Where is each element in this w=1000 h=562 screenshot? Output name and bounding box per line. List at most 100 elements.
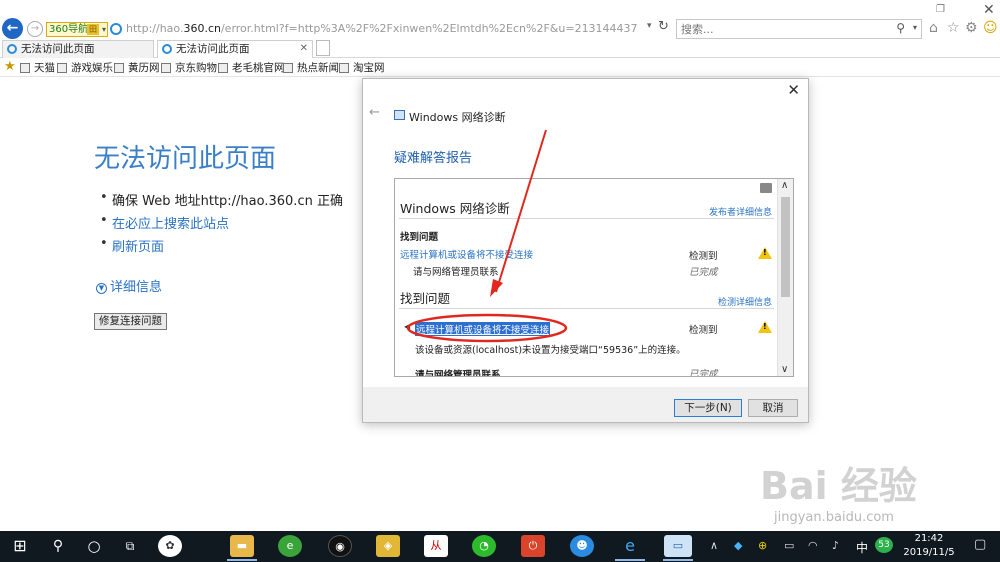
ie-tab-icon bbox=[7, 44, 17, 54]
gear-icon[interactable]: ⚙ bbox=[965, 20, 978, 36]
scroll-down-icon[interactable]: ∨ bbox=[781, 364, 788, 375]
fav-item[interactable]: 京东购物 bbox=[161, 61, 217, 75]
printer-icon[interactable] bbox=[760, 183, 772, 193]
address-row: ← → 360导航 田 ▾ http://hao.360.cn/error.ht… bbox=[0, 2, 1000, 42]
fav-label: 游戏娱乐 bbox=[71, 62, 113, 74]
restore-window-icon[interactable]: ❐ bbox=[936, 4, 945, 15]
address-bar[interactable]: http://hao.360.cn/error.html?f=http%3A%2… bbox=[126, 22, 646, 35]
tab-label: 无法访问此页面 bbox=[176, 43, 250, 55]
network-diagnostics-icon bbox=[394, 110, 405, 120]
cortana-icon[interactable]: ○ bbox=[82, 535, 106, 557]
tray-expand-icon[interactable]: ∧ bbox=[710, 539, 718, 552]
notifications-icon[interactable]: ▢ bbox=[974, 537, 986, 552]
fav-item[interactable]: 天猫 bbox=[20, 61, 55, 75]
tray-badge[interactable]: 53 bbox=[875, 537, 893, 553]
collapse-arrow-icon[interactable]: ◀ bbox=[404, 322, 410, 331]
divider bbox=[399, 218, 774, 219]
page-icon bbox=[283, 63, 293, 73]
report-content: Windows 网络诊断 发布者详细信息 找到问题 远程计算机或设备将不接受连接… bbox=[395, 179, 778, 376]
search-icon[interactable]: ⚲ bbox=[46, 535, 70, 557]
refresh-icon[interactable]: ↻ bbox=[658, 19, 669, 34]
search-dropdown-icon[interactable]: ▾ bbox=[913, 23, 917, 32]
red-app-icon[interactable]: 从 bbox=[424, 535, 448, 557]
clock-time[interactable]: 21:42 bbox=[898, 533, 960, 544]
scroll-thumb[interactable] bbox=[781, 197, 790, 297]
home-icon[interactable]: ⌂ bbox=[929, 20, 938, 36]
url-rest: /error.html?f=http%3A%2F%2Fxinwen%2Elmtd… bbox=[220, 22, 638, 35]
file-explorer-icon[interactable]: ▬ bbox=[230, 535, 254, 557]
forward-button[interactable]: → bbox=[27, 21, 43, 37]
scroll-up-icon[interactable]: ∧ bbox=[781, 180, 788, 191]
search-box[interactable]: ⚲ ▾ bbox=[676, 19, 922, 39]
tab-strip: 无法访问此页面 无法访问此页面 ✕ bbox=[0, 40, 1000, 58]
close-icon[interactable]: ✕ bbox=[787, 81, 800, 99]
url-dropdown-icon[interactable]: ▾ bbox=[647, 21, 652, 31]
watermark-url: jingyan.baidu.com bbox=[774, 510, 894, 525]
close-tab-icon[interactable]: ✕ bbox=[300, 41, 308, 57]
battery-icon[interactable]: ▭ bbox=[784, 539, 794, 552]
url-domain: 360.cn bbox=[183, 22, 221, 35]
back-arrow-icon[interactable]: ← bbox=[369, 105, 380, 120]
fav-item[interactable]: 热点新闻 bbox=[283, 61, 339, 75]
fav-label: 淘宝网 bbox=[353, 62, 385, 74]
chevron-down-icon: ▾ bbox=[101, 25, 106, 34]
avatar-app-icon[interactable]: ☻ bbox=[570, 535, 594, 557]
tab-2[interactable]: 无法访问此页面 ✕ bbox=[157, 40, 313, 58]
completed-status: 已完成 bbox=[689, 369, 718, 377]
fav-item[interactable]: 黄历网 bbox=[114, 61, 160, 75]
page-icon bbox=[161, 63, 171, 73]
wechat-icon[interactable]: ◔ bbox=[472, 535, 496, 557]
new-tab-button[interactable] bbox=[316, 40, 330, 56]
network-diagnostics-taskbar-icon[interactable]: ▭ bbox=[664, 535, 692, 557]
back-button[interactable]: ← bbox=[2, 18, 23, 39]
tray-plus-icon[interactable]: ⊕ bbox=[758, 539, 767, 552]
error-title: 无法访问此页面 bbox=[94, 144, 277, 174]
windows-start-icon[interactable]: ⊞ bbox=[8, 535, 32, 557]
search-input[interactable] bbox=[681, 20, 871, 38]
bullet-search-bing[interactable]: 在必应上搜索此站点 bbox=[100, 213, 229, 232]
fav-label: 黄历网 bbox=[128, 62, 160, 74]
power-app-icon[interactable]: ⏻ bbox=[521, 535, 545, 557]
close-window-icon[interactable]: ✕ bbox=[983, 2, 995, 18]
page-icon bbox=[339, 63, 349, 73]
fav-label: 京东购物 bbox=[175, 62, 217, 74]
smiley-icon[interactable]: ☺ bbox=[983, 20, 998, 36]
found-problems-label: 找到问题 bbox=[400, 232, 439, 243]
fav-item[interactable]: 淘宝网 bbox=[339, 61, 385, 75]
ime-indicator[interactable]: 中 bbox=[856, 539, 868, 556]
publisher-details-link[interactable]: 发布者详细信息 bbox=[709, 205, 772, 218]
url-prefix: http://hao. bbox=[126, 22, 184, 35]
qq-icon[interactable]: ◉ bbox=[328, 535, 352, 557]
report-title: Windows 网络诊断 bbox=[400, 201, 510, 216]
bullet-check-url: 确保 Web 地址http://hao.360.cn 正确 bbox=[100, 190, 343, 209]
next-button[interactable]: 下一步(N) bbox=[674, 399, 742, 417]
favorites-star-icon[interactable]: ★ bbox=[4, 59, 16, 74]
search-icon[interactable]: ⚲ bbox=[896, 21, 905, 35]
green-browser-icon[interactable]: e bbox=[278, 535, 302, 557]
task-view-icon[interactable]: ⧉ bbox=[118, 535, 142, 557]
nav-360-badge[interactable]: 360导航 田 ▾ bbox=[46, 22, 108, 37]
cancel-button[interactable]: 取消 bbox=[748, 399, 798, 417]
volume-icon[interactable]: ♪ bbox=[832, 539, 839, 552]
wifi-icon[interactable]: ◠ bbox=[808, 539, 818, 552]
bullet-refresh[interactable]: 刷新页面 bbox=[100, 236, 164, 255]
issue-highlight-link[interactable]: 远程计算机或设备将不接受连接 bbox=[415, 322, 551, 336]
watermark: Bai 经验 jingyan.baidu.com bbox=[760, 455, 970, 530]
tab-1[interactable]: 无法访问此页面 bbox=[2, 40, 154, 58]
ie-icon[interactable]: e bbox=[618, 535, 642, 557]
fav-item[interactable]: 老毛桃官网 bbox=[218, 61, 285, 75]
detection-details-link[interactable]: 检测详细信息 bbox=[718, 295, 772, 308]
details-toggle[interactable]: ▼ 详细信息 bbox=[96, 276, 162, 295]
star-icon[interactable]: ☆ bbox=[947, 20, 960, 36]
active-indicator bbox=[663, 559, 693, 561]
fav-item[interactable]: 游戏娱乐 bbox=[57, 61, 113, 75]
jd-app-icon[interactable]: ◈ bbox=[376, 535, 400, 557]
clock-date[interactable]: 2019/11/5 bbox=[898, 547, 960, 558]
tray-app-icon[interactable]: ◆ bbox=[734, 539, 742, 552]
issue-link[interactable]: 远程计算机或设备将不接受连接 bbox=[400, 247, 533, 261]
pinwheel-app-icon[interactable]: ✿ bbox=[158, 535, 182, 557]
report-scrollbar[interactable]: ∧ ∨ bbox=[777, 179, 793, 376]
section-title: 找到问题 bbox=[400, 291, 451, 306]
page-icon bbox=[114, 63, 124, 73]
fix-connection-button[interactable]: 修复连接问题 bbox=[94, 313, 167, 330]
